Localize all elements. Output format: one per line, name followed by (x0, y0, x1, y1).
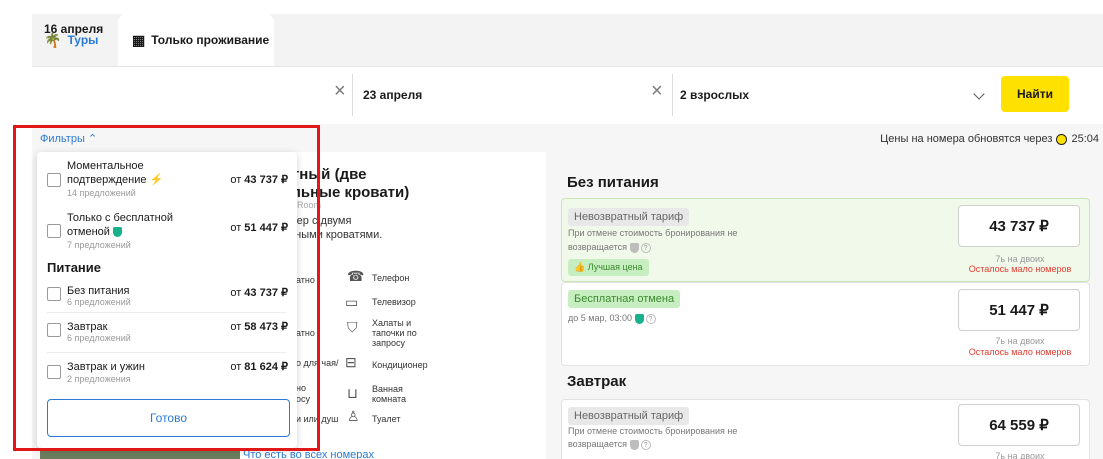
price-per: 7ь на двоих (995, 254, 1045, 264)
price-per: 7ь на двоих (995, 336, 1045, 346)
checkout-value: 23 апреля (363, 88, 423, 102)
phone-icon: ☎ (347, 268, 365, 284)
divider (672, 74, 673, 116)
bath-icon: ⊔ (347, 385, 358, 401)
tariff-note: При отмене стоимость бронирования не (568, 426, 738, 436)
breakfast-title: Завтрак (567, 373, 627, 390)
tariff-note: При отмене стоимость бронирования не (568, 228, 738, 238)
low-availability: Осталось мало номеров (968, 347, 1072, 357)
price-update-timer: 25:04 (1071, 133, 1099, 145)
nonrefundable-badge: Невозвратный тариф (568, 407, 690, 425)
clear-checkin-icon[interactable]: × (334, 80, 346, 103)
price-button[interactable]: 64 559 ₽ (958, 404, 1080, 446)
shield-icon (629, 242, 639, 253)
best-price-badge: 👍 Лучшая цена (568, 259, 649, 276)
help-icon[interactable]: ? (640, 242, 651, 253)
checkin-field[interactable]: 16 апреля (44, 0, 334, 58)
price-button[interactable]: 51 447 ₽ (958, 289, 1080, 331)
ac-icon: ⊟ (345, 354, 357, 370)
toilet-icon: ♙ (347, 408, 360, 424)
low-availability: Осталось мало номеров (968, 264, 1072, 274)
price-button[interactable]: 43 737 ₽ (958, 205, 1080, 247)
help-icon[interactable]: ? (640, 439, 651, 450)
best-price-label: Лучшая цена (587, 262, 643, 272)
amenity-phone: Телефон (372, 273, 410, 283)
amenity-ac: Кондиционер (372, 360, 428, 370)
amenity-robes: Халаты и тапочки по запросу (372, 318, 417, 348)
free-cancel-badge: Бесплатная отмена (568, 290, 681, 308)
highlight-frame (13, 125, 320, 451)
price-update-notice: Цены на номера обновятся через 25:04 (880, 133, 1099, 145)
amenity-bathroom: Ванная комната (372, 384, 407, 404)
shield-icon (634, 313, 644, 324)
nonrefundable-badge: Невозвратный тариф (568, 208, 690, 226)
guests-value: 2 взрослых (680, 88, 750, 102)
tariff-note-text: возвращается (568, 439, 628, 449)
checkin-value: 16 апреля (44, 22, 104, 36)
find-button[interactable]: Найти (1001, 76, 1069, 112)
amenity-tv: Телевизор (372, 297, 416, 307)
clock-icon (1056, 133, 1068, 145)
amenity-toilet: Туалет (372, 414, 401, 424)
divider (352, 74, 353, 116)
tariff-note-2: возвращается ? (568, 437, 651, 451)
checkout-field[interactable]: 23 апреля (363, 66, 653, 124)
price-update-text: Цены на номера обновятся через (880, 133, 1053, 145)
guests-field[interactable]: 2 взрослых (680, 66, 960, 124)
shield-icon (629, 439, 639, 450)
tariff-note-text: до 5 мар, 03:00 (568, 313, 632, 323)
tv-icon: ▭ (345, 294, 359, 310)
price-per: 7ь на двоих (995, 451, 1045, 459)
no-meals-title: Без питания (567, 174, 659, 191)
tariff-note: до 5 мар, 03:00 ? (568, 311, 656, 325)
thumbs-up-icon: 👍 (574, 262, 586, 272)
clear-checkout-icon[interactable]: × (651, 80, 663, 103)
tariff-note-2: возвращается ? (568, 240, 651, 254)
help-icon[interactable]: ? (645, 313, 656, 324)
tariff-note-text: возвращается (568, 242, 628, 252)
robe-icon: ⛉ (347, 319, 358, 335)
